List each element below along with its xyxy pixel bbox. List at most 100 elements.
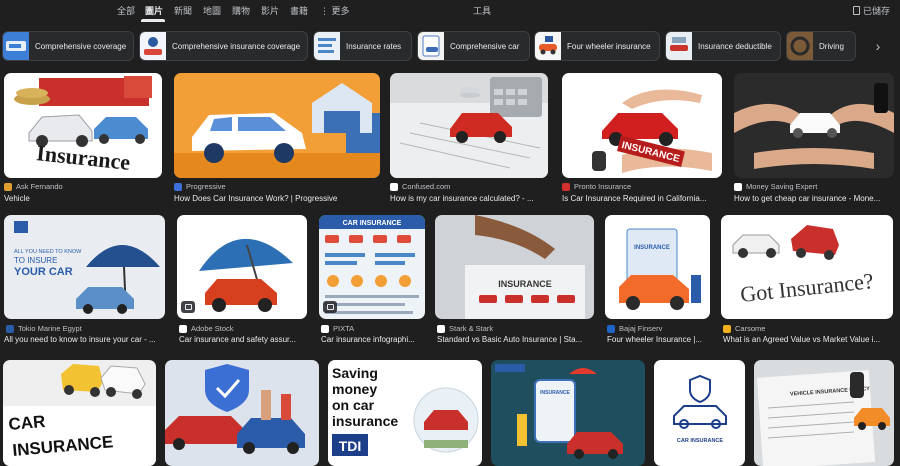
- tab-books[interactable]: 書籍: [290, 4, 308, 17]
- result-image-caption: Got Insurance?: [739, 268, 875, 307]
- result-image: [177, 215, 307, 319]
- result-image: [174, 73, 380, 178]
- result-image: INSURANCE: [491, 360, 645, 466]
- saved-label: 已儲存: [862, 6, 890, 16]
- result-title[interactable]: What is an Agreed Value vs Market Value …: [723, 335, 893, 344]
- tab-more-label: 更多: [331, 6, 350, 16]
- result-title[interactable]: Car insurance and safety assur...: [179, 335, 307, 344]
- site-favicon-icon: [179, 324, 187, 333]
- chip-driving[interactable]: Driving: [786, 31, 856, 61]
- result-image-caption: YOUR CAR: [14, 266, 73, 278]
- chip-label: Comprehensive car: [450, 41, 520, 51]
- related-searches-chips: Comprehensive coverage Comprehensive ins…: [0, 31, 900, 61]
- site-favicon-icon: [174, 182, 182, 191]
- result-image-caption: CAR INSURANCE: [343, 220, 402, 227]
- result-title[interactable]: Car insurance infographi...: [321, 335, 425, 344]
- bookmark-icon: [852, 6, 860, 15]
- site-favicon-icon: [607, 324, 615, 333]
- result-image-caption: CAR: [8, 412, 46, 434]
- chip-comprehensive-insurance-coverage[interactable]: Comprehensive insurance coverage: [139, 31, 308, 61]
- chip-thumbnail: [3, 32, 29, 60]
- chip-label: Comprehensive insurance coverage: [172, 41, 301, 51]
- result-source: Adobe Stock: [179, 324, 307, 333]
- saved-button[interactable]: 已儲存: [852, 4, 890, 17]
- result-image-caption: INSURANCE: [498, 279, 552, 289]
- result-title[interactable]: How is my car insurance calculated? - ..…: [390, 194, 548, 203]
- site-favicon-icon: [390, 182, 398, 191]
- image-badge-icon: [323, 301, 337, 313]
- chip-label: Insurance rates: [346, 41, 402, 51]
- tab-maps[interactable]: 地圖: [203, 4, 221, 17]
- result-image: VEHICLE INSURANCE POLICY: [754, 360, 894, 466]
- tab-more[interactable]: ⋮ 更多: [320, 4, 350, 17]
- chip-thumbnail: [418, 32, 444, 60]
- result-title[interactable]: Vehicle: [4, 194, 162, 203]
- tab-shopping[interactable]: 購物: [232, 4, 250, 17]
- tab-news[interactable]: 新聞: [174, 4, 192, 17]
- chip-thumbnail: [787, 32, 813, 60]
- search-tabs-bar: 全部 圖片 新聞 地圖 購物 影片 書籍 ⋮ 更多 工具 已儲存: [0, 0, 900, 24]
- result-source: Carsome: [723, 324, 893, 333]
- tab-videos[interactable]: 影片: [261, 4, 279, 17]
- site-favicon-icon: [4, 182, 12, 191]
- result-source-name: Pronto Insurance: [574, 182, 632, 191]
- result-source-name: Progressive: [186, 182, 226, 191]
- chip-insurance-rates[interactable]: Insurance rates: [313, 31, 412, 61]
- more-dots-icon: ⋮: [320, 6, 329, 16]
- result-title[interactable]: Is Car Insurance Required in California.…: [562, 194, 722, 203]
- result-source: Ask Fernando: [4, 182, 162, 191]
- tab-all[interactable]: 全部: [117, 4, 135, 17]
- tab-images[interactable]: 圖片: [145, 4, 163, 17]
- result-image: CAR INSURANCE: [654, 360, 745, 466]
- result-image: [390, 73, 548, 178]
- chip-thumbnail: [140, 32, 166, 60]
- tools-button[interactable]: 工具: [473, 4, 491, 17]
- chip-comprehensive-coverage[interactable]: Comprehensive coverage: [2, 31, 134, 61]
- chip-label: Comprehensive coverage: [35, 41, 127, 51]
- result-source-name: Bajaj Finserv: [619, 324, 663, 333]
- result-image-caption: TDI: [339, 438, 362, 454]
- chevron-right-icon[interactable]: ›: [868, 36, 888, 56]
- result-source-name: Ask Fernando: [16, 182, 63, 191]
- chip-label: Four wheeler insurance: [567, 41, 651, 51]
- image-badge-icon: [181, 301, 195, 313]
- result-image: INSURANCE: [435, 215, 594, 319]
- result-image-caption: insurance: [332, 413, 398, 429]
- result-source-name: PIXTA: [333, 324, 355, 333]
- result-source-name: Tokio Marine Egypt: [18, 324, 82, 333]
- result-image-caption: Saving: [332, 365, 378, 381]
- result-source-name: Money Saving Expert: [746, 182, 818, 191]
- chip-label: Insurance deductible: [698, 41, 772, 51]
- result-image-caption: Insurance: [35, 140, 131, 175]
- site-favicon-icon: [562, 182, 570, 191]
- result-image: [734, 73, 894, 178]
- chip-thumbnail: [535, 32, 561, 60]
- result-title[interactable]: All you need to know to insure your car …: [4, 335, 165, 344]
- site-favicon-icon: [437, 324, 445, 333]
- result-source: Progressive: [174, 182, 380, 191]
- chip-insurance-deductible[interactable]: Insurance deductible: [665, 31, 781, 61]
- result-image: [165, 360, 319, 466]
- chip-four-wheeler-insurance[interactable]: Four wheeler insurance: [534, 31, 660, 61]
- result-image-caption: INSURANCE: [634, 245, 670, 251]
- chip-comprehensive-car[interactable]: Comprehensive car: [417, 31, 530, 61]
- chip-label: Driving: [819, 41, 844, 51]
- result-source: Bajaj Finserv: [607, 324, 710, 333]
- result-source-name: Adobe Stock: [191, 324, 234, 333]
- result-source-name: Confused.com: [402, 182, 451, 191]
- result-image: ALL YOU NEED TO KNOW TO INSURE YOUR CAR: [4, 215, 165, 319]
- result-image: Got Insurance?: [721, 215, 893, 319]
- result-title[interactable]: Standard vs Basic Auto Insurance | Sta..…: [437, 335, 594, 344]
- result-title[interactable]: How Does Car Insurance Work? | Progressi…: [174, 194, 380, 203]
- result-source: Confused.com: [390, 182, 548, 191]
- result-image-caption: CAR INSURANCE: [677, 438, 723, 444]
- result-title[interactable]: How to get cheap car insurance - Mone...: [734, 194, 894, 203]
- active-tab-indicator: [141, 19, 165, 22]
- result-title[interactable]: Four wheeler Insurance |...: [607, 335, 710, 344]
- result-image-caption: money: [332, 381, 377, 397]
- site-favicon-icon: [6, 324, 14, 333]
- result-image: Saving money on car insurance TDI: [328, 360, 482, 466]
- result-image-caption: INSURANCE: [540, 390, 570, 396]
- result-image: INSURANCE: [562, 73, 722, 178]
- site-favicon-icon: [723, 324, 731, 333]
